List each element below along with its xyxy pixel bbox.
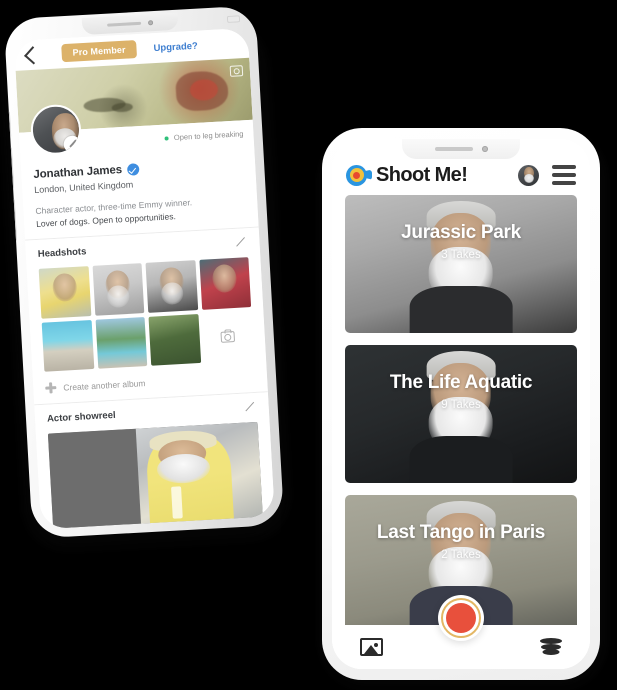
speaker-grille-icon bbox=[434, 147, 473, 151]
portrait-body bbox=[409, 286, 513, 333]
left-phone-screen: Pro Member Upgrade? Open to leg breaking… bbox=[13, 27, 275, 530]
hamburger-line bbox=[552, 173, 576, 177]
headshot-thumbnail[interactable] bbox=[41, 319, 94, 373]
record-core-icon bbox=[446, 603, 476, 633]
headshot-thumbnail[interactable] bbox=[148, 313, 201, 367]
project-card[interactable]: Jurassic Park 3 Takes bbox=[345, 195, 577, 333]
availability-status-label: Open to leg breaking bbox=[173, 129, 244, 143]
showreel-header: Actor showreel bbox=[47, 402, 257, 425]
front-camera-icon bbox=[481, 146, 488, 152]
status-dot-icon bbox=[164, 135, 170, 141]
speaker-grille-icon bbox=[107, 21, 142, 27]
cover-camera-icon[interactable] bbox=[229, 65, 244, 77]
project-title: Jurassic Park bbox=[401, 222, 521, 243]
right-phone-device: Shoot Me! Jurassic Park 3 Takes The Life… bbox=[322, 128, 602, 684]
left-phone-device: Pro Member Upgrade? Open to leg breaking… bbox=[0, 5, 291, 549]
logo-middle-ring bbox=[349, 168, 364, 182]
profile-bio-line-2b: Open to opportunities. bbox=[92, 211, 177, 226]
headshots-title: Headshots bbox=[37, 246, 87, 261]
app-title: Shoot Me! bbox=[376, 163, 468, 186]
right-phone-notch bbox=[402, 139, 520, 159]
headshot-thumbnail[interactable] bbox=[198, 257, 252, 310]
left-phone-sensor bbox=[226, 15, 241, 23]
create-album-label: Create another album bbox=[63, 377, 146, 393]
header-actions bbox=[518, 164, 576, 186]
project-title: Last Tango in Paris bbox=[376, 522, 546, 543]
create-album-button[interactable]: Create another album bbox=[45, 371, 255, 394]
mockup-stage: Pro Member Upgrade? Open to leg breaking… bbox=[0, 0, 617, 690]
thumb-face bbox=[212, 264, 238, 294]
pencil-icon bbox=[68, 140, 76, 148]
project-title: The Life Aquatic bbox=[389, 372, 533, 393]
hamburger-menu-icon[interactable] bbox=[552, 165, 576, 185]
add-photo-button[interactable] bbox=[201, 310, 255, 364]
app-logo[interactable]: Shoot Me! bbox=[346, 163, 468, 188]
avatar-beard bbox=[523, 173, 534, 183]
headshot-thumbnail[interactable] bbox=[92, 263, 145, 316]
target-camera-logo-icon bbox=[346, 163, 372, 188]
thumb-beard bbox=[160, 282, 184, 305]
project-takes-count: 9 Takes bbox=[441, 398, 481, 411]
cover-art-element bbox=[111, 102, 133, 113]
headshots-header: Headshots bbox=[38, 238, 248, 261]
hamburger-line bbox=[552, 181, 576, 185]
layers-icon[interactable] bbox=[539, 638, 563, 656]
back-chevron-icon[interactable] bbox=[24, 45, 43, 65]
headshot-thumbnail[interactable] bbox=[38, 266, 91, 319]
profile-info: Jonathan James London, United Kingdom Ch… bbox=[20, 153, 259, 240]
left-phone-frame: Pro Member Upgrade? Open to leg breaking… bbox=[3, 5, 285, 539]
pro-member-badge: Pro Member bbox=[61, 40, 138, 63]
thumb-face bbox=[51, 273, 78, 303]
upgrade-link[interactable]: Upgrade? bbox=[153, 40, 198, 53]
headshot-thumbnail[interactable] bbox=[95, 316, 148, 370]
headshots-edit-pencil-icon[interactable] bbox=[236, 238, 248, 250]
record-button[interactable] bbox=[438, 595, 484, 641]
showreel-thumbnail[interactable] bbox=[47, 422, 265, 530]
project-takes-count: 2 Takes bbox=[441, 548, 481, 561]
headshot-thumbnail[interactable] bbox=[145, 260, 198, 313]
logo-center-dot bbox=[353, 171, 360, 179]
project-thumbnail bbox=[408, 200, 515, 333]
plus-icon bbox=[45, 382, 57, 394]
right-phone-screen: Shoot Me! Jurassic Park 3 Takes The Life… bbox=[332, 139, 590, 669]
showreel-section: Actor showreel bbox=[34, 392, 275, 530]
right-phone-frame: Shoot Me! Jurassic Park 3 Takes The Life… bbox=[322, 128, 600, 680]
hamburger-line bbox=[552, 165, 576, 169]
profile-bio-line-2a: Lover of dogs. bbox=[35, 216, 91, 230]
gallery-icon[interactable] bbox=[359, 638, 383, 656]
verified-check-icon bbox=[126, 163, 140, 176]
project-takes-count: 3 Takes bbox=[441, 248, 481, 261]
front-camera-icon bbox=[147, 20, 154, 26]
showreel-edit-pencil-icon[interactable] bbox=[245, 402, 257, 414]
profile-bio: Character actor, three-time Emmy winner.… bbox=[35, 193, 246, 231]
header-avatar[interactable] bbox=[518, 164, 539, 186]
layer-sheet bbox=[542, 649, 559, 655]
avatar-edit-button[interactable] bbox=[63, 135, 82, 154]
project-thumbnail bbox=[408, 350, 515, 483]
logo-outer-ring bbox=[346, 164, 367, 186]
headshots-section: Headshots Create another album bbox=[25, 227, 268, 405]
profile-name: Jonathan James bbox=[33, 164, 123, 182]
showreel-bottle bbox=[170, 486, 183, 519]
availability-status: Open to leg breaking bbox=[164, 129, 244, 143]
camera-icon bbox=[220, 331, 236, 343]
portrait-body bbox=[409, 436, 513, 483]
showreel-title: Actor showreel bbox=[46, 410, 116, 425]
thumb-beard bbox=[107, 284, 131, 308]
project-card[interactable]: The Life Aquatic 9 Takes bbox=[345, 345, 577, 483]
record-ring bbox=[441, 598, 481, 638]
showreel-letterbox bbox=[47, 429, 143, 530]
headshots-grid bbox=[38, 257, 255, 373]
